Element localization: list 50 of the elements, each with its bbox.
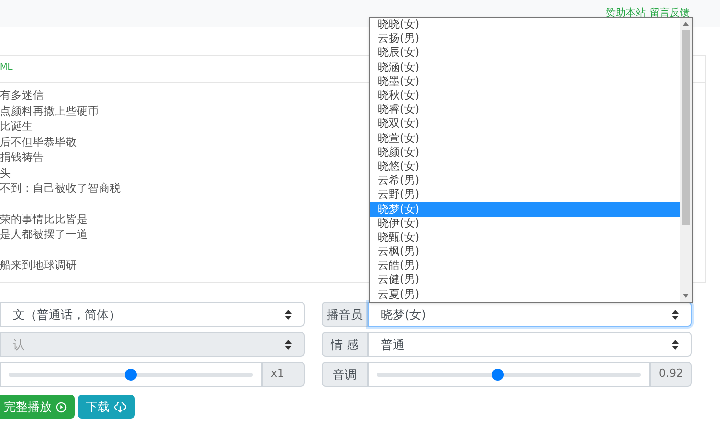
slider-thumb[interactable] (492, 368, 504, 380)
dropdown-option[interactable]: 云皓(男) (370, 259, 680, 274)
slider[interactable] (368, 362, 650, 387)
dropdown-option[interactable]: 云健(男) (370, 273, 680, 288)
dropdown-option[interactable]: 晓睿(女) (370, 103, 680, 118)
dropdown-option[interactable]: 云枫(男) (370, 245, 680, 260)
input-label: 情 感 (322, 332, 368, 357)
dropdown-option[interactable]: 云扬(男) (370, 32, 680, 46)
dropdown-option[interactable]: 晓墨(女) (370, 74, 680, 89)
text-line: 头 (0, 166, 11, 181)
select-field[interactable]: 文（普通话，简体） (0, 302, 305, 327)
text-line: 是人都被摆了一道 (0, 227, 88, 242)
dropdown-option[interactable]: 云野(男) (370, 188, 680, 202)
text-line: 后不但毕恭毕敬 (0, 134, 77, 150)
cloud-download-icon (114, 402, 127, 412)
dropdown-option[interactable]: 云希(男) (370, 174, 680, 188)
sort-caret-icon (672, 310, 679, 320)
play-circle-icon (56, 402, 67, 412)
text-line: 不到：自己被收了智商税 (0, 181, 121, 196)
dropdown-option[interactable]: 晓涵(女) (370, 60, 680, 75)
speed-reading: x1 (262, 362, 305, 387)
sort-caret-icon (672, 340, 679, 350)
text-line: 比诞生 (0, 119, 33, 134)
dropdown-option[interactable]: 晓辰(女) (370, 46, 680, 61)
input-label: 播音员 (322, 302, 368, 327)
scroll-up-icon[interactable] (683, 21, 689, 27)
select-field[interactable]: 普通 (368, 332, 692, 357)
slider[interactable] (0, 362, 262, 387)
scrollbar-thumb[interactable] (682, 30, 690, 225)
select-field[interactable]: 晓梦(女) (368, 302, 692, 327)
dropdown-option[interactable]: 云夏(男) (370, 288, 680, 302)
sort-caret-icon (285, 310, 292, 320)
pitch-reading: 0.92 (650, 362, 692, 387)
dropdown-option[interactable]: 晓甄(女) (370, 230, 680, 245)
text-line: 船来到地球调研 (0, 258, 77, 273)
text-line: 捐钱祷告 (0, 150, 44, 166)
slider-thumb[interactable] (125, 368, 137, 380)
dropdown-option[interactable]: 晓悠(女) (370, 160, 680, 174)
text-line: 点颜料再撒上些硬币 (0, 104, 99, 119)
sort-caret-icon (285, 340, 292, 350)
dropdown-option[interactable]: 晓秋(女) (370, 88, 680, 104)
dropdown-option[interactable]: 晓晓(女) (370, 18, 680, 32)
dropdown-option[interactable]: 晓伊(女) (370, 216, 680, 231)
dropdown-option[interactable]: 晓颜(女) (370, 146, 680, 160)
input-label: 音调 (322, 362, 368, 387)
text-line: 荣的事情比比皆是 (0, 212, 88, 227)
dropdown-option[interactable]: 晓萱(女) (370, 132, 680, 146)
text-line: 有多迷信 (0, 88, 44, 104)
dropdown-option[interactable]: 晓双(女) (370, 117, 680, 132)
scroll-down-icon[interactable] (683, 293, 689, 299)
